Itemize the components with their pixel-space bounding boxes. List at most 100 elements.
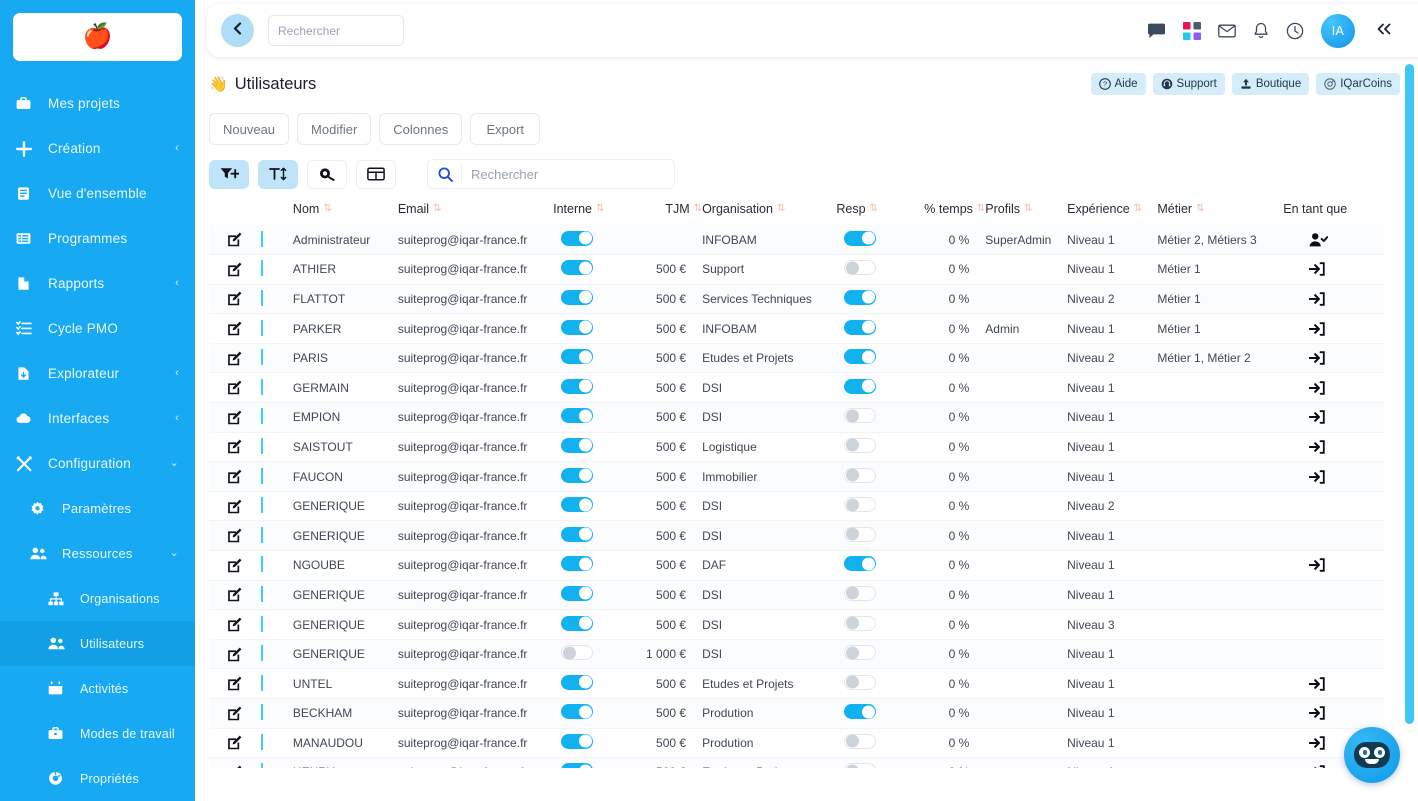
login-icon[interactable] <box>1309 381 1384 395</box>
resp-toggle[interactable] <box>844 408 877 424</box>
nouveau-button[interactable]: Nouveau <box>209 113 290 145</box>
row-checkbox[interactable] <box>261 645 264 662</box>
edit-icon[interactable] <box>227 439 253 454</box>
table-row[interactable]: SAISTOUT suiteprog@iqar-france.fr 500 € Log… <box>209 432 1384 463</box>
cell-interne[interactable] <box>553 520 627 552</box>
row-checkbox[interactable] <box>261 526 264 543</box>
cell-interne[interactable] <box>553 580 627 611</box>
row-checkbox[interactable] <box>261 378 264 395</box>
cell-resp[interactable] <box>836 402 902 433</box>
login-icon[interactable] <box>1309 677 1384 691</box>
row-checkbox[interactable] <box>261 615 264 632</box>
user-check-icon[interactable] <box>1309 232 1384 247</box>
row-checkbox[interactable] <box>261 319 264 336</box>
boutique-button[interactable]: Boutique <box>1231 73 1310 95</box>
edit-icon[interactable] <box>227 647 253 662</box>
double-chevron-left-icon[interactable] <box>1376 22 1392 39</box>
resp-toggle[interactable] <box>844 497 877 513</box>
cell-interne[interactable] <box>553 757 627 768</box>
row-checkbox[interactable] <box>261 408 264 425</box>
cell-en-tant-que[interactable] <box>1283 284 1384 315</box>
table-row[interactable]: Administrateur suiteprog@iqar-france.fr IN… <box>209 225 1384 256</box>
sort-icon[interactable]: ⇅ <box>777 204 785 214</box>
row-edit-cell[interactable] <box>209 343 254 374</box>
table-row[interactable]: MANAUDOU suiteprog@iqar-france.fr 500 € Pro… <box>209 728 1384 759</box>
sidebar-item-utilisateurs[interactable]: Utilisateurs <box>0 621 195 666</box>
row-select-cell[interactable] <box>253 668 293 699</box>
cell-resp[interactable] <box>836 461 902 492</box>
resp-toggle[interactable] <box>844 585 877 601</box>
sidebar-item-configuration[interactable]: Configuration ⌄ <box>0 441 195 486</box>
row-edit-cell[interactable] <box>209 225 254 256</box>
sort-icon[interactable]: ⇅ <box>977 204 985 214</box>
cell-interne[interactable] <box>553 284 627 315</box>
resp-toggle[interactable] <box>844 704 877 720</box>
interne-toggle[interactable] <box>561 289 594 305</box>
cell-resp[interactable] <box>836 225 902 256</box>
colonnes-button[interactable]: Colonnes <box>379 113 463 145</box>
resp-toggle[interactable] <box>844 349 877 365</box>
table-row[interactable]: NGOUBE suiteprog@iqar-france.fr 500 € DAF 0 … <box>209 550 1384 581</box>
cell-resp[interactable] <box>836 550 902 581</box>
row-checkbox[interactable] <box>261 289 264 306</box>
back-button[interactable] <box>221 14 254 47</box>
cell-interne[interactable] <box>553 639 627 670</box>
row-edit-cell[interactable] <box>209 402 254 433</box>
table-search-box[interactable] <box>427 159 675 189</box>
edit-icon[interactable] <box>227 380 253 395</box>
login-icon[interactable] <box>1309 440 1384 454</box>
row-edit-cell[interactable] <box>209 372 254 404</box>
sort-icon[interactable]: ⇅ <box>870 204 878 214</box>
column-header-metier[interactable]: Métier ⇅ <box>1157 198 1283 225</box>
row-checkbox[interactable] <box>261 585 264 602</box>
cell-resp[interactable] <box>836 254 902 285</box>
cell-en-tant-que[interactable] <box>1283 520 1384 552</box>
interne-toggle[interactable] <box>561 526 594 542</box>
cell-resp[interactable] <box>836 757 902 768</box>
chat-icon[interactable] <box>1147 23 1166 39</box>
sort-icon[interactable]: ⇅ <box>323 204 331 214</box>
edit-icon[interactable] <box>227 587 253 602</box>
login-icon[interactable] <box>1309 469 1384 484</box>
cell-resp[interactable] <box>836 372 902 404</box>
table-row[interactable]: HENRYsuiteprog@iqar-france.fr 500 €Etudes… <box>209 757 1384 768</box>
row-select-cell[interactable] <box>253 402 293 433</box>
export-button[interactable]: Export <box>470 113 541 145</box>
login-icon[interactable] <box>1309 706 1384 720</box>
bell-icon[interactable] <box>1253 22 1269 40</box>
interne-toggle[interactable] <box>561 733 594 749</box>
sort-icon[interactable]: ⇅ <box>1134 204 1142 214</box>
row-edit-cell[interactable] <box>209 491 254 522</box>
login-icon[interactable] <box>1309 558 1384 573</box>
table-row[interactable]: GENERIQUE suiteprog@iqar-france.fr 1 000 €… <box>209 639 1384 670</box>
row-select-cell[interactable] <box>253 580 293 611</box>
resp-toggle[interactable] <box>844 674 877 690</box>
cell-interne[interactable] <box>553 698 627 729</box>
interne-toggle[interactable] <box>561 408 594 424</box>
row-edit-cell[interactable] <box>209 580 254 611</box>
sidebar-item-propri-t-s[interactable]: Propriétés <box>0 756 195 801</box>
row-select-cell[interactable] <box>253 550 293 581</box>
cell-en-tant-que[interactable] <box>1283 550 1384 581</box>
clock-icon[interactable] <box>1286 22 1304 40</box>
resp-toggle[interactable] <box>844 733 877 749</box>
row-checkbox[interactable] <box>261 497 264 514</box>
interne-toggle[interactable] <box>561 260 594 276</box>
interne-toggle[interactable] <box>561 674 594 690</box>
row-checkbox[interactable] <box>261 556 264 573</box>
cell-resp[interactable] <box>836 432 902 463</box>
cell-en-tant-que[interactable] <box>1283 313 1384 344</box>
aide-button[interactable]: ? Aide <box>1090 73 1146 95</box>
interne-toggle[interactable] <box>561 467 594 483</box>
row-checkbox[interactable] <box>261 349 264 366</box>
row-edit-cell[interactable] <box>209 254 254 285</box>
row-select-cell[interactable] <box>253 284 293 315</box>
cell-interne[interactable] <box>553 254 627 285</box>
table-row[interactable]: FLATTOT suiteprog@iqar-france.fr 500 € Serv… <box>209 284 1384 315</box>
cell-interne[interactable] <box>553 609 627 640</box>
row-checkbox[interactable] <box>261 674 264 691</box>
row-select-cell[interactable] <box>253 520 293 552</box>
sidebar-item-interfaces[interactable]: Interfaces ‹ <box>0 396 195 441</box>
sidebar-item-activit-s[interactable]: Activités <box>0 666 195 711</box>
table-row[interactable]: GENERIQUE suiteprog@iqar-france.fr 500 € DS… <box>209 520 1384 552</box>
